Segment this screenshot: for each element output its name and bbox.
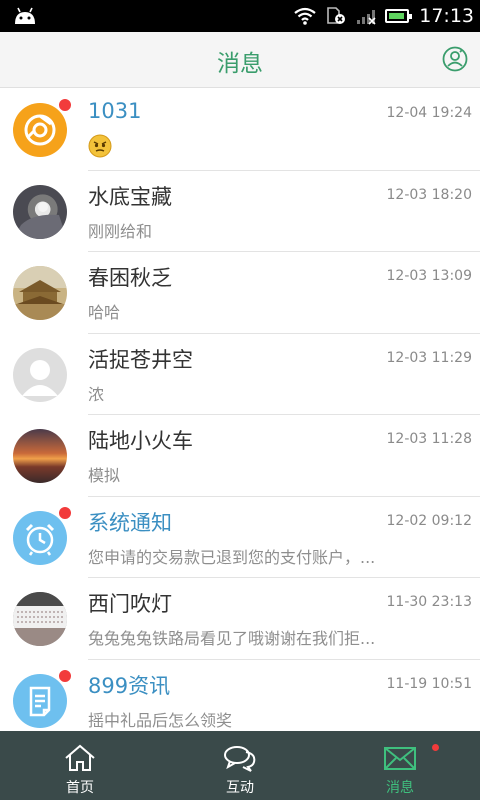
page-title: 消息 bbox=[217, 51, 263, 77]
contact-name: 1031 bbox=[88, 99, 142, 123]
home-icon bbox=[65, 744, 95, 771]
emoji-icon bbox=[88, 134, 112, 158]
wifi-icon bbox=[294, 7, 316, 25]
chat-bubbles-icon bbox=[224, 746, 256, 772]
conversation-row[interactable]: 水底宝藏 12-03 18:20 刚刚给和 bbox=[0, 171, 480, 252]
contact-name: 活捉苍井空 bbox=[88, 347, 193, 372]
conversation-list: 1031 12-04 19:24 水底宝藏 12-03 18:20 刚刚给和 春… bbox=[0, 89, 480, 741]
contact-name: 西门吹灯 bbox=[88, 592, 172, 616]
bottom-nav: 首页 互动 消息 bbox=[0, 731, 480, 800]
message-time: 12-04 19:24 bbox=[386, 105, 472, 121]
photo-avatar bbox=[13, 429, 67, 483]
message-time: 12-03 13:09 bbox=[386, 268, 472, 284]
nav-interact[interactable]: 互动 bbox=[160, 731, 320, 800]
default-avatar bbox=[13, 347, 67, 402]
status-bar: 17:13 bbox=[0, 0, 480, 32]
sim-error-icon bbox=[327, 7, 346, 24]
contacts-icon[interactable] bbox=[442, 46, 468, 72]
envelope-icon bbox=[384, 747, 416, 770]
nav-label: 首页 bbox=[66, 780, 94, 796]
conversation-row[interactable]: 1031 12-04 19:24 bbox=[0, 89, 480, 171]
message-preview: 哈哈 bbox=[88, 303, 121, 322]
message-time: 11-19 10:51 bbox=[386, 675, 472, 692]
alarm-clock-icon bbox=[13, 510, 67, 565]
nav-home[interactable]: 首页 bbox=[0, 731, 160, 800]
nav-unread-dot bbox=[432, 744, 439, 751]
contact-name: 系统通知 bbox=[88, 510, 172, 535]
signal-icon bbox=[357, 10, 376, 25]
conversation-row[interactable]: 西门吹灯 11-30 23:13 兔兔兔兔铁路局看见了哦谢谢在我们拒... bbox=[0, 578, 480, 660]
message-preview: 浓 bbox=[88, 384, 105, 404]
message-time: 12-03 11:28 bbox=[386, 431, 472, 447]
nav-messages[interactable]: 消息 bbox=[320, 731, 480, 800]
nav-label: 互动 bbox=[226, 780, 254, 796]
message-preview: 兔兔兔兔铁路局看见了哦谢谢在我们拒... bbox=[88, 629, 376, 648]
conversation-row[interactable]: 活捉苍井空 12-03 11:29 浓 bbox=[0, 334, 480, 415]
contact-name: 陆地小火车 bbox=[88, 429, 193, 453]
nav-label: 消息 bbox=[386, 780, 414, 796]
message-time: 12-03 11:29 bbox=[386, 349, 472, 366]
conversation-row[interactable]: 陆地小火车 12-03 11:28 模拟 bbox=[0, 415, 480, 497]
message-preview: 您申请的交易款已退到您的支付账户，... bbox=[88, 547, 376, 567]
message-time: 12-03 18:20 bbox=[386, 186, 472, 203]
unread-badge bbox=[58, 505, 72, 520]
conversation-row[interactable]: 899资讯 11-19 10:51 摇中礼品后怎么领奖 bbox=[0, 660, 480, 742]
message-time: 11-30 23:13 bbox=[386, 594, 472, 610]
android-icon bbox=[15, 7, 35, 24]
document-icon bbox=[13, 673, 67, 728]
status-time: 17:13 bbox=[419, 5, 474, 27]
browser-icon bbox=[13, 103, 67, 157]
title-bar: 消息 bbox=[0, 32, 480, 88]
photo-avatar bbox=[13, 592, 67, 646]
contact-name: 水底宝藏 bbox=[88, 184, 172, 209]
photo-avatar bbox=[13, 266, 67, 320]
conversation-row[interactable]: 春困秋乏 12-03 13:09 哈哈 bbox=[0, 252, 480, 334]
contact-name: 899资讯 bbox=[88, 673, 171, 698]
message-time: 12-02 09:12 bbox=[386, 512, 472, 529]
photo-avatar bbox=[13, 184, 67, 239]
message-preview: 摇中礼品后怎么领奖 bbox=[88, 710, 233, 730]
unread-badge bbox=[58, 668, 72, 683]
message-preview: 模拟 bbox=[88, 466, 121, 485]
unread-badge bbox=[58, 98, 72, 112]
conversation-row[interactable]: 系统通知 12-02 09:12 您申请的交易款已退到您的支付账户，... bbox=[0, 497, 480, 578]
contact-name: 春困秋乏 bbox=[88, 266, 172, 290]
message-preview: 刚刚给和 bbox=[88, 221, 153, 241]
battery-icon bbox=[385, 9, 413, 23]
